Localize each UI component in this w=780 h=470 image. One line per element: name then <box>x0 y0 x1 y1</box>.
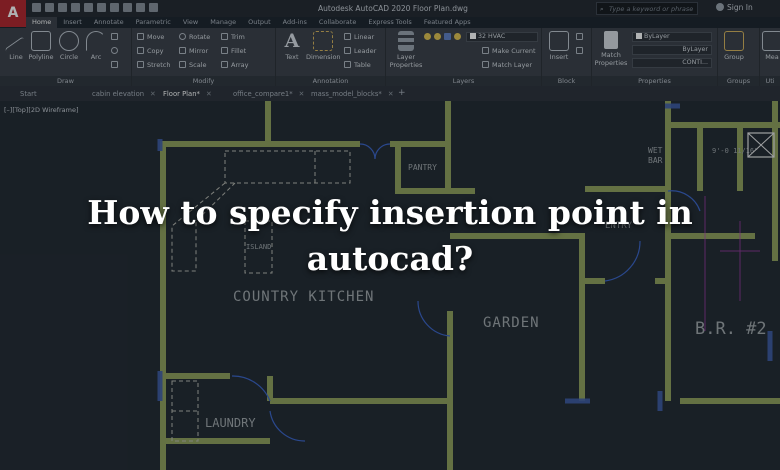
autocad-window: A Autodesk AutoCAD 2020 Floor Plan.dwg ⌕… <box>0 0 780 470</box>
article-headline: How to specify insertion point in autoca… <box>87 193 693 278</box>
